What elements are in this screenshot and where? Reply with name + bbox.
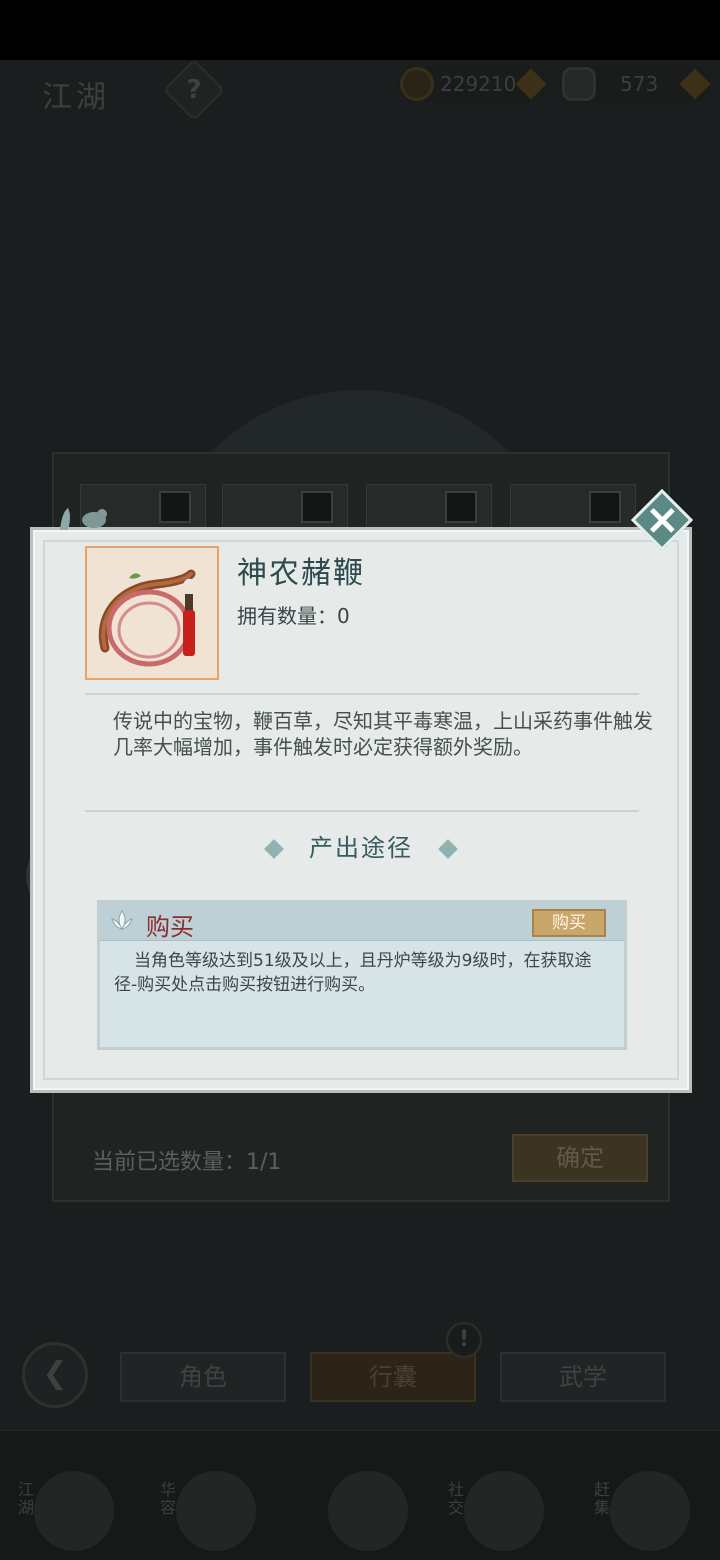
tab-bag[interactable]: 行囊	[310, 1352, 476, 1402]
diamond-ornament-icon	[264, 839, 284, 859]
item-detail-modal: 神农赭鞭 拥有数量：0 传说中的宝物，鞭百草，尽知其平毒寒温，上山采药事件触发几…	[30, 527, 692, 1093]
add-silver-icon[interactable]	[679, 68, 711, 100]
confirm-button[interactable]: 确定	[512, 1134, 648, 1182]
item-description: 传说中的宝物，鞭百草，尽知其平毒寒温，上山采药事件触发几率大幅增加，事件触发时必…	[113, 709, 653, 759]
help-button[interactable]: ?	[162, 58, 226, 122]
add-coin-icon[interactable]	[515, 68, 547, 100]
notification-icon: !	[446, 1322, 482, 1358]
diamond-ornament-icon	[438, 839, 458, 859]
nav-center[interactable]	[308, 1461, 418, 1551]
nav-social[interactable]: 社交	[444, 1461, 554, 1551]
buy-button[interactable]: 购买	[532, 909, 606, 937]
coin-icon	[400, 67, 434, 101]
source-section-title: 产出途径	[33, 828, 689, 863]
star-icon	[328, 1471, 408, 1551]
whip-icon	[98, 569, 196, 667]
basket-icon	[610, 1471, 690, 1551]
coin-value: 229210	[440, 72, 517, 96]
silver-ingot-icon	[562, 67, 596, 101]
source-title-text: 产出途径	[309, 834, 413, 862]
help-icon: ?	[186, 75, 202, 105]
divider	[85, 693, 639, 695]
lotus-icon	[111, 910, 133, 930]
selected-count: 当前已选数量：1/1	[92, 1144, 281, 1176]
selected-count-value: 1/1	[246, 1150, 282, 1175]
route-name: 购买	[146, 913, 194, 941]
coin-counter: 229210	[398, 66, 548, 102]
selected-count-label: 当前已选数量：	[92, 1150, 247, 1175]
checkbox[interactable]	[589, 491, 621, 523]
item-icon-frame	[85, 546, 219, 680]
bird-ornament-icon	[60, 508, 107, 530]
silver-value: 573	[620, 72, 659, 96]
tab-martial-arts[interactable]: 武学	[500, 1352, 666, 1402]
back-arrow-icon: ❮	[42, 1356, 68, 1391]
tab-character[interactable]: 角色	[120, 1352, 286, 1402]
nav-market[interactable]: 赶集	[590, 1461, 700, 1551]
checkbox[interactable]	[301, 491, 333, 523]
route-header: 购买 购买	[100, 903, 624, 941]
divider	[85, 810, 639, 812]
bird-icon	[176, 1471, 256, 1551]
silver-counter: 573	[560, 66, 711, 102]
back-button[interactable]: ❮	[22, 1342, 88, 1408]
owned-count: 拥有数量：0	[237, 600, 350, 629]
nav-label: 赶集	[593, 1480, 610, 1517]
route-description: 当角色等级达到51级及以上，且丹炉等级为9级时，在获取途径-购买处点击购买按钮进…	[114, 951, 592, 995]
bottom-nav: 江湖 华容 社交 赶集	[0, 1430, 720, 1560]
nav-jianghu[interactable]: 江湖	[14, 1461, 124, 1551]
compass-icon	[34, 1471, 114, 1551]
nav-huarong[interactable]: 华容	[156, 1461, 266, 1551]
status-bar	[0, 0, 720, 60]
owned-label: 拥有数量：	[237, 604, 337, 628]
nav-label: 社交	[447, 1480, 464, 1517]
wave-icon	[464, 1471, 544, 1551]
source-route-card: 购买 购买 当角色等级达到51级及以上，且丹炉等级为9级时，在获取途径-购买处点…	[97, 900, 627, 1050]
item-name: 神农赭鞭	[237, 556, 365, 591]
checkbox[interactable]	[445, 491, 477, 523]
nav-label: 华容	[159, 1480, 176, 1517]
page-title: 江湖	[42, 80, 110, 115]
checkbox[interactable]	[159, 491, 191, 523]
nav-label: 江湖	[17, 1480, 34, 1517]
owned-value: 0	[337, 604, 350, 628]
